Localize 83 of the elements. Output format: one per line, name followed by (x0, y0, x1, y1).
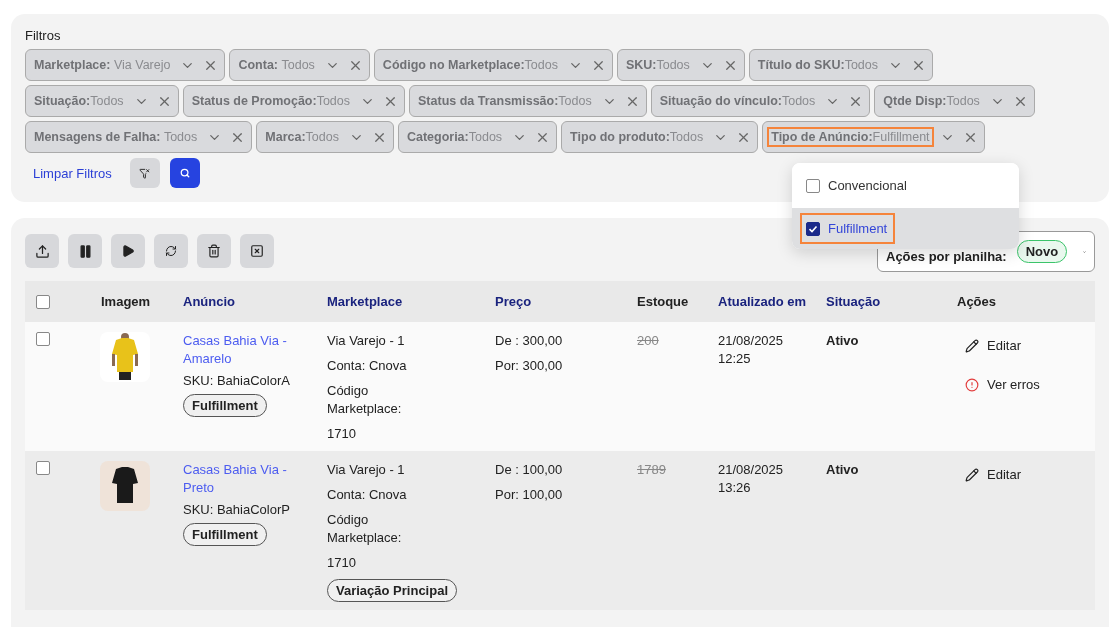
filter-chip[interactable]: Categoria:Todos (397, 121, 558, 153)
filter-chip[interactable]: Título do SKU:Todos (748, 49, 933, 81)
price-from-text: De : 100,00 (495, 461, 563, 479)
square-x-icon (250, 244, 264, 258)
pencil-icon (965, 467, 979, 482)
column-header[interactable]: Marketplace (316, 294, 484, 309)
marketplace-text: Via Varejo - 1 (327, 461, 405, 479)
filter-chip[interactable]: Situação:Todos (25, 85, 179, 117)
stock-text: 200 (637, 332, 659, 350)
variation-badge: Variação Principal (327, 579, 457, 602)
sku-text: SKU: BahiaColorA (183, 372, 290, 390)
status-text: Ativo (826, 461, 859, 479)
refresh-icon (165, 245, 177, 257)
pause-button[interactable] (68, 234, 102, 268)
pencil-icon (965, 338, 979, 353)
errors-button[interactable]: Ver erros (965, 377, 1040, 392)
column-header[interactable]: Situação (815, 294, 946, 309)
search-icon (179, 168, 190, 178)
filter-chip[interactable]: Marketplace: Via Varejo (25, 49, 226, 81)
sync-button[interactable] (154, 234, 188, 268)
filter-chip[interactable]: Tipo do produto:Todos (561, 121, 759, 153)
stock-text: 1789 (637, 461, 666, 479)
option-checkbox[interactable] (806, 221, 820, 236)
column-header[interactable]: Anúncio (172, 294, 316, 309)
updated-date-text: 21/08/2025 (718, 461, 784, 479)
delete-button[interactable] (197, 234, 231, 268)
filter-chip[interactable]: SKU:Todos (616, 49, 745, 81)
filters-title: Filtros (25, 28, 62, 43)
filter-chip[interactable]: Qtde Disp:Todos (874, 85, 1035, 117)
filter-chip[interactable]: Mensagens de Falha: Todos (25, 121, 253, 153)
upload-icon (34, 243, 50, 259)
account-text: Conta: Cnova (327, 357, 407, 375)
dropdown-option[interactable]: Fulfillment (792, 208, 1019, 249)
play-button[interactable] (111, 234, 145, 268)
type-badge: Fulfillment (183, 394, 267, 417)
edit-button[interactable]: Editar (965, 467, 1021, 482)
code-text: 1710 (327, 425, 356, 443)
code-label: Código Marketplace: (327, 382, 403, 418)
code-text: 1710 (327, 554, 356, 572)
clear-filters-link[interactable]: Limpar Filtros (25, 165, 120, 181)
code-label: Código Marketplace: (327, 511, 403, 547)
filter-off-icon (139, 167, 151, 179)
column-header: Imagem (100, 294, 152, 309)
updated-time-text: 12:25 (718, 350, 751, 368)
listing-title-link[interactable]: Casas Bahia Via - Amarelo (183, 332, 298, 368)
filter-chip[interactable]: Situação do vínculo:Todos (650, 85, 871, 117)
price-to-text: Por: 100,00 (495, 486, 563, 504)
row-checkbox[interactable] (36, 332, 50, 346)
price-from-text: De : 300,00 (495, 332, 563, 350)
price-to-text: Por: 300,00 (495, 357, 563, 375)
search-button[interactable] (169, 158, 200, 188)
checkmark-icon (808, 223, 818, 234)
pause-icon (77, 243, 93, 259)
select-all-checkbox[interactable] (36, 294, 50, 309)
sku-text: SKU: BahiaColorP (183, 501, 290, 519)
updated-date-text: 21/08/2025 (718, 332, 784, 350)
type-badge: Fulfillment (183, 523, 267, 546)
filter-chip[interactable]: Código no Marketplace:Todos (373, 49, 613, 81)
filter-chip[interactable]: Tipo de Anúncio:Fulfillment (762, 121, 985, 153)
filter-chip[interactable]: Status de Promoção:Todos (182, 85, 405, 117)
new-badge: Novo (1016, 240, 1068, 263)
column-header[interactable]: Atualizado em (707, 294, 815, 309)
listing-title-link[interactable]: Casas Bahia Via - Preto (183, 461, 298, 497)
play-icon (121, 244, 135, 258)
marketplace-text: Via Varejo - 1 (327, 332, 405, 350)
trash-icon (207, 244, 221, 258)
account-text: Conta: Cnova (327, 486, 407, 504)
column-header: Ações (956, 294, 998, 309)
clear-filter-button[interactable] (129, 158, 160, 188)
filter-chip[interactable]: Status da Transmissão:Todos (409, 85, 647, 117)
status-text: Ativo (826, 332, 859, 350)
edit-button[interactable]: Editar (965, 338, 1021, 353)
upload-button[interactable] (25, 234, 59, 268)
alert-icon (965, 377, 979, 392)
dropdown-option[interactable]: Convencional (792, 163, 1019, 208)
remove-button[interactable] (240, 234, 274, 268)
filter-chip[interactable]: Marca:Todos (256, 121, 394, 153)
column-header[interactable]: Preço (484, 294, 626, 309)
option-checkbox[interactable] (806, 178, 820, 193)
column-header: Estoque (636, 294, 690, 309)
updated-time-text: 13:26 (718, 479, 751, 497)
filter-chip[interactable]: Conta: Todos (229, 49, 370, 81)
row-checkbox[interactable] (36, 461, 50, 475)
